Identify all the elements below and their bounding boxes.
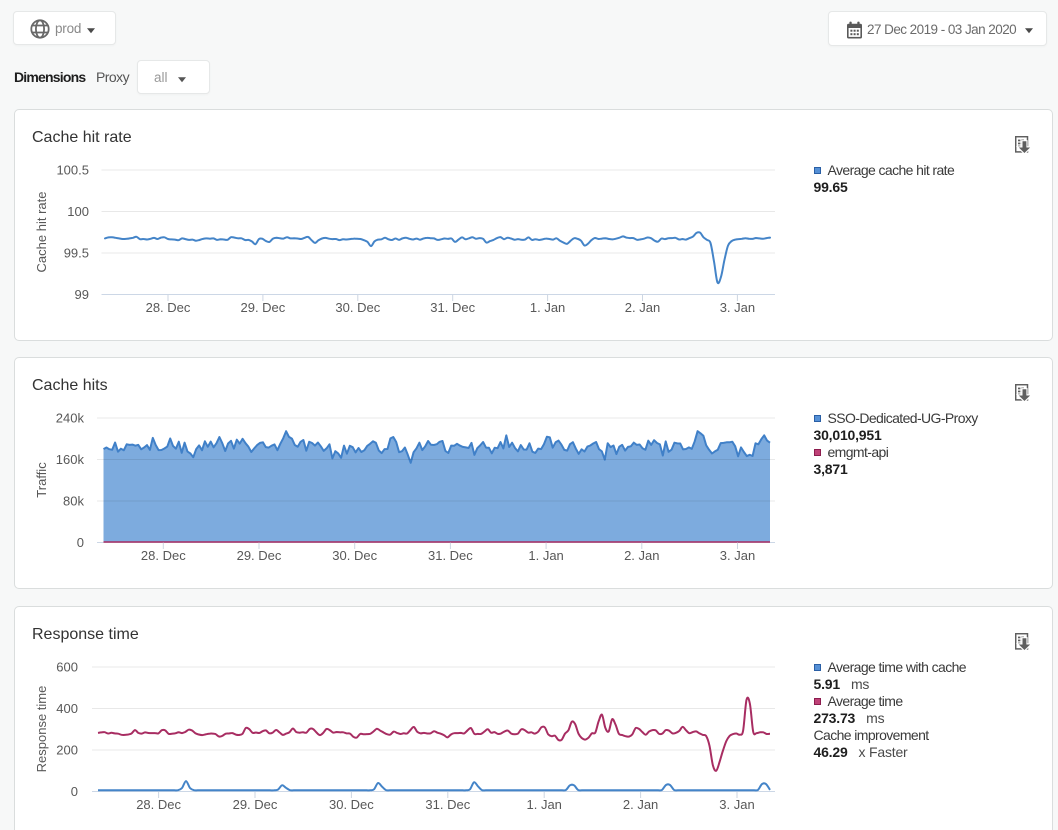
svg-text:30. Dec: 30. Dec: [332, 548, 377, 563]
svg-text:31. Dec: 31. Dec: [430, 300, 475, 315]
svg-text:30. Dec: 30. Dec: [329, 797, 374, 812]
svg-text:31. Dec: 31. Dec: [425, 797, 470, 812]
svg-text:2. Jan: 2. Jan: [624, 548, 659, 563]
svg-text:Cache hit rate: Cache hit rate: [34, 192, 49, 273]
svg-text:1. Jan: 1. Jan: [528, 548, 563, 563]
svg-text:3. Jan: 3. Jan: [720, 300, 755, 315]
svg-text:Traffic: Traffic: [34, 462, 49, 498]
svg-text:2. Jan: 2. Jan: [625, 300, 660, 315]
svg-text:400: 400: [56, 701, 78, 716]
svg-text:2. Jan: 2. Jan: [623, 797, 658, 812]
svg-text:1. Jan: 1. Jan: [530, 300, 565, 315]
svg-text:600: 600: [56, 660, 78, 675]
svg-text:28. Dec: 28. Dec: [136, 797, 181, 812]
svg-text:Response time: Response time: [34, 686, 49, 773]
svg-text:200: 200: [56, 743, 78, 758]
svg-text:29. Dec: 29. Dec: [233, 797, 278, 812]
svg-text:99.5: 99.5: [64, 246, 89, 261]
svg-text:3. Jan: 3. Jan: [720, 548, 755, 563]
svg-text:100: 100: [67, 204, 89, 219]
svg-text:30. Dec: 30. Dec: [335, 300, 380, 315]
svg-text:1. Jan: 1. Jan: [526, 797, 561, 812]
svg-text:29. Dec: 29. Dec: [237, 548, 282, 563]
svg-text:29. Dec: 29. Dec: [240, 300, 285, 315]
svg-text:0: 0: [77, 535, 84, 550]
svg-text:28. Dec: 28. Dec: [141, 548, 186, 563]
svg-text:28. Dec: 28. Dec: [146, 300, 191, 315]
svg-text:99: 99: [75, 287, 89, 302]
svg-text:31. Dec: 31. Dec: [428, 548, 473, 563]
svg-text:80k: 80k: [63, 494, 84, 509]
svg-text:3. Jan: 3. Jan: [719, 797, 754, 812]
svg-text:0: 0: [71, 784, 78, 799]
svg-text:240k: 240k: [56, 411, 85, 426]
svg-text:100.5: 100.5: [56, 163, 89, 178]
svg-text:160k: 160k: [56, 452, 85, 467]
